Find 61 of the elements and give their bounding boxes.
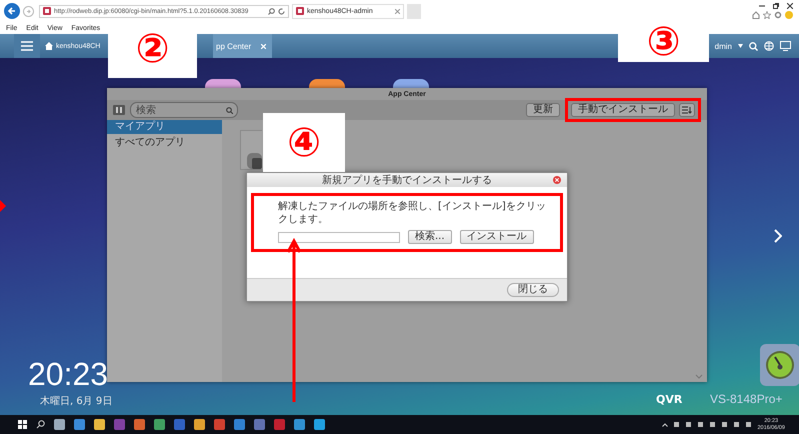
taskbar-app-icon[interactable] xyxy=(174,419,185,430)
app-icon xyxy=(247,153,262,169)
user-name[interactable]: dmin xyxy=(714,42,732,50)
taskbar-app-icon[interactable] xyxy=(94,419,105,430)
refresh-button[interactable]: 更新 xyxy=(526,103,560,117)
app-card[interactable] xyxy=(240,130,262,170)
taskbar-app-icon[interactable] xyxy=(134,419,145,430)
globe-icon[interactable] xyxy=(764,41,774,51)
taskbar-app-icon[interactable] xyxy=(254,419,265,430)
monitor-icon[interactable] xyxy=(780,41,791,51)
close-icon[interactable] xyxy=(787,3,793,9)
manual-install-button[interactable]: 手動でインストール xyxy=(571,103,675,117)
callout-number: ④ xyxy=(263,113,345,172)
list-icon xyxy=(682,106,692,114)
sidebar-item[interactable]: マイアプリ xyxy=(107,120,222,134)
taskbar-app-icon[interactable] xyxy=(274,419,285,430)
clock-date: 木曜日, 6月 9日 xyxy=(40,394,112,408)
refresh-icon[interactable] xyxy=(278,8,285,14)
taskbar-app-icon[interactable] xyxy=(314,419,325,430)
caret-icon[interactable] xyxy=(738,44,743,48)
install-button[interactable]: インストール xyxy=(460,230,534,244)
search-icon[interactable] xyxy=(36,420,45,429)
tab-title: pp Center xyxy=(216,42,252,50)
annotation-arrow xyxy=(0,200,6,212)
close-button[interactable]: 閉じる xyxy=(507,283,559,297)
taskbar-app-icon[interactable] xyxy=(194,419,205,430)
menu-icon[interactable] xyxy=(21,41,33,51)
instruction-text: 解凍したファイルの場所を参照し、[インストール]をクリックします。 xyxy=(278,201,547,226)
taskbar-app-icon[interactable] xyxy=(214,419,225,430)
minimize-icon[interactable] xyxy=(759,3,765,9)
search-icon[interactable] xyxy=(268,8,275,14)
taskbar-app-icon[interactable] xyxy=(154,419,165,430)
brand-logo: QVR xyxy=(656,393,682,406)
file-path-field[interactable] xyxy=(278,232,400,242)
search-icon xyxy=(226,106,233,114)
gauge-icon xyxy=(765,350,795,380)
dialog-title: 新規アプリを手動でインストールする xyxy=(322,174,492,187)
windows-logo-icon[interactable] xyxy=(18,420,27,429)
taskbar-app-icon[interactable] xyxy=(54,419,65,430)
taskbar-app-icon[interactable] xyxy=(294,419,305,430)
restore-icon[interactable] xyxy=(773,3,779,9)
back-icon[interactable] xyxy=(4,3,20,19)
app-icon[interactable] xyxy=(393,79,429,88)
site-icon xyxy=(296,7,304,15)
model-name: VS-8148Pro+ xyxy=(710,392,782,406)
browse-button[interactable]: 検索... xyxy=(408,230,452,244)
star-icon[interactable] xyxy=(763,11,771,19)
taskbar-app-icon[interactable] xyxy=(74,419,85,430)
app-icon[interactable] xyxy=(309,79,345,88)
view-toggle-icon[interactable] xyxy=(113,105,125,115)
sidebar-item[interactable]: すべてのアプリ xyxy=(107,136,222,150)
sort-button[interactable] xyxy=(679,103,695,117)
site-icon xyxy=(43,7,51,15)
gauge-widget[interactable] xyxy=(760,344,799,386)
home-icon[interactable] xyxy=(45,42,53,50)
search-field[interactable]: 検索 xyxy=(130,102,238,118)
clock-time: 20:23 xyxy=(28,358,108,390)
chevron-up-icon[interactable] xyxy=(662,422,668,426)
app-icon[interactable] xyxy=(205,79,241,88)
taskbar-app-icon[interactable] xyxy=(234,419,245,430)
chevron-right-icon[interactable] xyxy=(774,229,782,243)
